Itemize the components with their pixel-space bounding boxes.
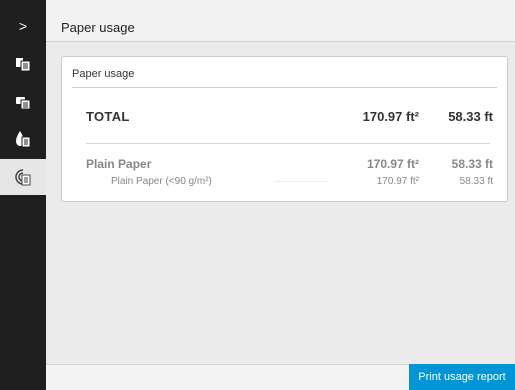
sidebar-item-jobs[interactable] — [0, 46, 46, 82]
paper-subtype-label: Plain Paper (<90 g/m²) — [111, 176, 212, 187]
panel-title: Paper usage — [72, 68, 135, 80]
sidebar-toggle-button[interactable]: > — [0, 8, 46, 44]
total-length-value: 58.33 ft — [448, 109, 493, 124]
paper-type-length-value: 58.33 ft — [451, 157, 493, 171]
paper-subtype-area-value: 170.97 ft² — [376, 176, 419, 187]
panel-divider — [72, 87, 497, 88]
chevron-right-icon: > — [18, 18, 28, 34]
sidebar: > — [0, 0, 46, 390]
total-area-value: 170.97 ft² — [362, 109, 419, 124]
sidebar-item-paper-usage[interactable] — [0, 159, 46, 195]
sidebar-item-ink[interactable] — [0, 121, 46, 157]
printer-jobs-icon — [16, 58, 31, 72]
paper-subtype-length-value: 58.33 ft — [459, 176, 493, 187]
paper-usage-icon — [15, 169, 31, 186]
total-label: TOTAL — [86, 109, 130, 124]
print-usage-report-button[interactable]: Print usage report — [409, 364, 515, 390]
printer-queue-icon — [16, 97, 31, 110]
total-separator — [86, 143, 490, 144]
page-title: Paper usage — [61, 20, 135, 35]
sidebar-item-queue[interactable] — [0, 84, 46, 120]
ink-supplies-icon — [16, 131, 31, 148]
page-header: Paper usage — [46, 0, 515, 42]
paper-usage-panel: Paper usage TOTAL 170.97 ft² 58.33 ft Pl… — [61, 56, 508, 202]
subtype-leader-line — [274, 181, 329, 182]
paper-type-label: Plain Paper — [86, 157, 152, 171]
paper-type-area-value: 170.97 ft² — [366, 157, 419, 171]
